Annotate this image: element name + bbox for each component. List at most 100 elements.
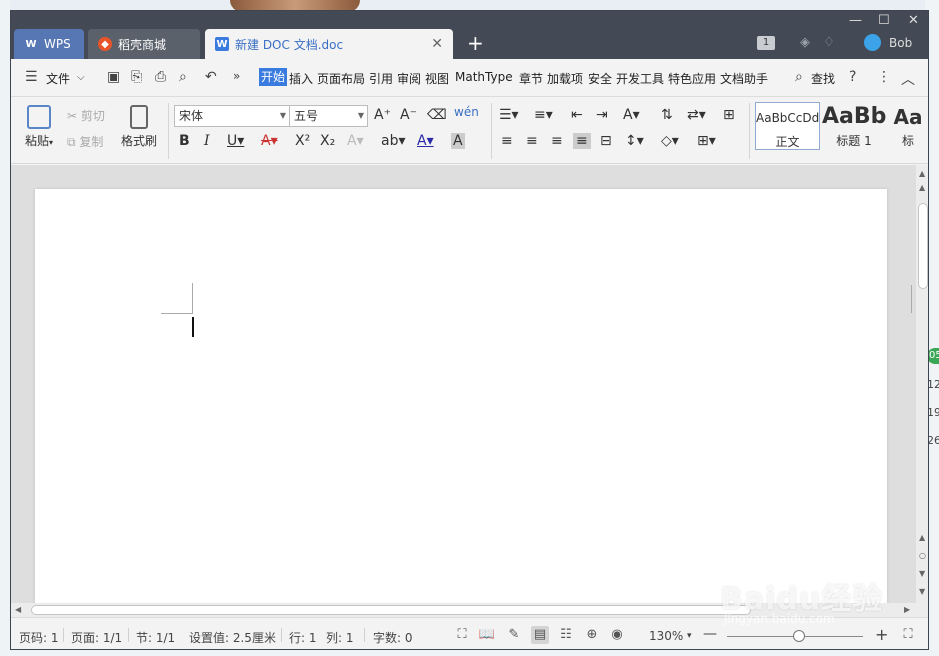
highlight-icon[interactable]: ab▾: [381, 133, 406, 149]
export-pdf-icon[interactable]: ⎘: [131, 69, 142, 85]
outline-view-icon[interactable]: ☷: [557, 626, 575, 644]
write-mode-icon[interactable]: ✎: [505, 626, 523, 644]
avatar[interactable]: [864, 34, 881, 51]
tab-developer[interactable]: 开发工具: [616, 70, 664, 87]
document-page[interactable]: [35, 189, 912, 609]
scroll-left-icon[interactable]: ◀: [15, 605, 21, 614]
font-name-select[interactable]: 宋体 ▼: [174, 105, 290, 127]
format-painter-button[interactable]: 格式刷: [119, 105, 159, 149]
cut-button[interactable]: ✂ 剪切: [67, 107, 105, 124]
bullet-list-icon[interactable]: ☰▾: [499, 107, 519, 123]
tab-view[interactable]: 视图: [425, 70, 449, 87]
tab-mathtype[interactable]: MathType: [455, 70, 513, 84]
char-shading-icon[interactable]: A: [451, 133, 465, 149]
align-right-icon[interactable]: ≡: [551, 133, 563, 149]
save-icon[interactable]: ▣: [107, 69, 120, 85]
menu-file[interactable]: 文件: [46, 70, 70, 87]
web-view-icon[interactable]: ⊕: [583, 626, 601, 644]
status-page-count[interactable]: 页面: 1/1: [71, 629, 122, 646]
tab-insert[interactable]: 插入: [289, 70, 313, 87]
italic-icon[interactable]: I: [204, 133, 210, 149]
decrease-indent-icon[interactable]: ⇤: [571, 107, 583, 123]
select-browse-icon[interactable]: ○: [919, 551, 926, 560]
tab-chapter[interactable]: 章节: [519, 70, 543, 87]
phonetic-guide-icon[interactable]: wén: [454, 105, 479, 119]
tab-review[interactable]: 审阅: [397, 70, 421, 87]
undo-icon[interactable]: ↶: [205, 69, 217, 85]
eye-protection-icon[interactable]: ◉: [608, 626, 626, 644]
hamburger-icon[interactable]: ☰: [25, 69, 38, 85]
shading-icon[interactable]: ◇▾: [661, 133, 679, 149]
text-effect-icon[interactable]: A▾: [347, 133, 364, 149]
tab-special-apps[interactable]: 特色应用: [668, 70, 716, 87]
print-preview-icon[interactable]: ⌕: [179, 69, 187, 85]
new-tab-button[interactable]: +: [467, 31, 484, 55]
collapse-ribbon-icon[interactable]: ︿: [901, 69, 915, 89]
scroll-thumb[interactable]: [918, 203, 928, 289]
help-icon[interactable]: ?: [849, 69, 856, 85]
style-heading-2[interactable]: Aa 标: [886, 102, 928, 150]
status-word-count[interactable]: 字数: 0: [373, 629, 413, 646]
close-tab-icon[interactable]: ✕: [431, 36, 443, 52]
underline-icon[interactable]: U▾: [227, 133, 244, 149]
zoom-out-icon[interactable]: —: [703, 626, 717, 642]
tab-page-layout[interactable]: 页面布局: [317, 70, 365, 87]
scroll-thumb[interactable]: [31, 605, 751, 615]
scroll-right-icon[interactable]: ▶: [904, 605, 910, 614]
status-section[interactable]: 节: 1/1: [136, 629, 175, 646]
clear-format-icon[interactable]: ⌫: [427, 107, 447, 123]
zoom-slider-handle[interactable]: [793, 630, 805, 642]
status-column[interactable]: 列: 1: [326, 629, 354, 646]
minimize-button[interactable]: —: [849, 13, 862, 28]
sort-icon[interactable]: ⇅: [661, 107, 673, 123]
tab-document[interactable]: W 新建 DOC 文档.doc ✕: [205, 29, 453, 59]
tab-security[interactable]: 安全: [588, 70, 612, 87]
status-page-number[interactable]: 页码: 1: [19, 629, 59, 646]
next-page-icon[interactable]: ▼: [919, 569, 925, 578]
grow-font-icon[interactable]: A⁺: [374, 107, 391, 123]
style-normal[interactable]: AaBbCcDd 正文: [755, 102, 820, 150]
maximize-button[interactable]: ☐: [878, 13, 890, 28]
prev-page-icon[interactable]: ▲: [919, 533, 925, 542]
page-view-icon[interactable]: ▤: [531, 626, 549, 644]
reading-mode-icon[interactable]: 📖: [478, 626, 496, 644]
close-window-button[interactable]: ✕: [908, 13, 919, 28]
window-count-badge[interactable]: 1: [757, 36, 775, 50]
borders-icon[interactable]: ⊞▾: [697, 133, 716, 149]
strikethrough-icon[interactable]: A▾: [261, 133, 278, 149]
vertical-scrollbar[interactable]: ▲ ▲ ▲ ○ ▼ ▼: [916, 165, 928, 603]
copy-button[interactable]: ⧉ 复制: [67, 133, 103, 150]
username[interactable]: Bob: [889, 36, 912, 50]
tab-docer-store[interactable]: ◆ 稻壳商城: [88, 29, 200, 59]
show-marks-icon[interactable]: ⇄▾: [687, 107, 706, 123]
tab-references[interactable]: 引用: [369, 70, 393, 87]
more-quick-access-icon[interactable]: »: [233, 69, 240, 83]
fullscreen-icon[interactable]: ⛶: [453, 626, 471, 644]
tab-wps[interactable]: W WPS: [14, 29, 84, 59]
tab-doc-assistant[interactable]: 文档助手: [720, 70, 768, 87]
print-icon[interactable]: ⎙: [155, 69, 166, 85]
justify-icon[interactable]: ≡: [573, 133, 591, 149]
status-setting-value[interactable]: 设置值: 2.5厘米: [189, 629, 276, 646]
increase-indent-icon[interactable]: ⇥: [596, 107, 608, 123]
line-spacing-icon[interactable]: ↕▾: [625, 133, 644, 149]
tab-addins[interactable]: 加载项: [547, 70, 583, 87]
distribute-icon[interactable]: ⊟: [600, 133, 612, 149]
status-row[interactable]: 行: 1: [289, 629, 317, 646]
align-left-icon[interactable]: ≡: [501, 133, 513, 149]
font-size-select[interactable]: 五号 ▼: [289, 105, 368, 127]
subscript-icon[interactable]: X₂: [320, 133, 335, 149]
fit-window-icon[interactable]: ⛶: [899, 626, 917, 644]
zoom-in-icon[interactable]: +: [875, 625, 888, 644]
tab-home[interactable]: 开始: [259, 68, 288, 86]
zoom-dropdown-icon[interactable]: ▾: [687, 631, 692, 641]
chevron-down-icon[interactable]: ⌵: [77, 72, 85, 83]
zoom-level[interactable]: 130%: [649, 629, 683, 643]
shrink-font-icon[interactable]: A⁻: [400, 107, 417, 123]
search-button[interactable]: 查找: [811, 70, 835, 87]
scroll-down-icon[interactable]: ▼: [919, 587, 925, 596]
search-icon[interactable]: ⌕: [795, 69, 803, 85]
skin-icon[interactable]: ♢: [821, 35, 837, 51]
scroll-up-icon[interactable]: ▲: [919, 169, 925, 178]
more-icon[interactable]: ⋮: [877, 69, 891, 85]
